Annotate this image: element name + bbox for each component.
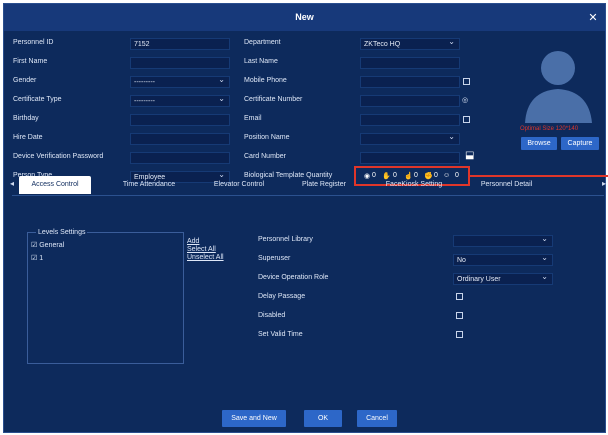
level-1-label: 1 xyxy=(39,255,44,262)
email-input[interactable] xyxy=(360,114,460,126)
new-personnel-dialog: New ✕ Personnel ID 7152 First Name Gende… xyxy=(3,3,608,433)
last-name-label: Last Name xyxy=(244,58,278,65)
level-general-label: General xyxy=(39,242,65,249)
certificate-number-label: Certificate Number xyxy=(244,96,303,103)
cancel-button[interactable]: Cancel xyxy=(357,410,397,427)
level-item-general[interactable]: ☑ General xyxy=(31,241,64,249)
add-link[interactable]: Add xyxy=(187,238,199,245)
dialog-title: New xyxy=(295,12,314,22)
chevron-left-icon[interactable]: ◂ xyxy=(10,179,14,188)
level-item-1[interactable]: ☑ 1 xyxy=(31,254,43,262)
delay-passage-checkbox[interactable] xyxy=(456,293,463,300)
ok-button[interactable]: OK xyxy=(304,410,342,427)
tab-plate-register[interactable]: Plate Register xyxy=(289,176,359,194)
disabled-label: Disabled xyxy=(258,312,286,319)
set-valid-time-checkbox[interactable] xyxy=(456,331,463,338)
close-icon[interactable]: ✕ xyxy=(587,12,599,24)
gender-label: Gender xyxy=(13,77,37,84)
tab-facekiosk-setting[interactable]: FaceKiosk Setting xyxy=(369,176,459,194)
department-select[interactable]: ZKTeco HQ xyxy=(360,37,460,50)
tab-time-attendance[interactable]: Time Attendance xyxy=(109,176,189,194)
position-name-label: Position Name xyxy=(244,134,290,141)
certificate-type-select[interactable]: --------- xyxy=(130,94,230,107)
personnel-library-select[interactable] xyxy=(453,234,553,247)
tab-personnel-detail[interactable]: Personnel Detail xyxy=(464,176,549,194)
device-password-label: Device Verification Password xyxy=(13,153,104,160)
set-valid-time-label: Set Valid Time xyxy=(258,331,303,338)
birthday-label: Birthday xyxy=(13,115,39,122)
browse-button[interactable]: Browse xyxy=(521,137,557,150)
delay-passage-label: Delay Passage xyxy=(258,293,306,300)
personnel-id-label: Personnel ID xyxy=(13,39,54,46)
mobile-phone-checkbox[interactable] xyxy=(463,78,470,85)
chevron-right-icon[interactable]: ▸ xyxy=(602,179,606,188)
capture-button[interactable]: Capture xyxy=(561,137,599,150)
gender-select[interactable]: --------- xyxy=(130,75,230,88)
tab-access-control[interactable]: Access Control xyxy=(19,176,91,194)
hire-date-input[interactable] xyxy=(130,133,230,145)
disabled-checkbox[interactable] xyxy=(456,312,463,319)
tab-underline xyxy=(12,195,604,196)
department-label: Department xyxy=(244,39,281,46)
personnel-id-input[interactable]: 7152 xyxy=(130,38,230,50)
tab-elevator-control[interactable]: Elevator Control xyxy=(199,176,279,194)
user-silhouette-icon xyxy=(519,41,598,123)
mobile-phone-input[interactable] xyxy=(360,76,460,88)
email-checkbox[interactable] xyxy=(463,116,470,123)
last-name-input[interactable] xyxy=(360,57,460,69)
certificate-number-input[interactable] xyxy=(360,95,460,107)
save-and-new-button[interactable]: Save and New xyxy=(222,410,286,427)
levels-settings-box: Levels Settings ☑ General ☑ 1 xyxy=(27,229,184,364)
card-read-icon[interactable]: ⬓ xyxy=(465,150,474,161)
position-name-select[interactable] xyxy=(360,132,460,145)
first-name-input[interactable] xyxy=(130,57,230,69)
certificate-type-label: Certificate Type xyxy=(13,96,62,103)
unselect-all-link[interactable]: Unselect All xyxy=(187,254,224,261)
select-all-link[interactable]: Select All xyxy=(187,246,216,253)
mobile-phone-label: Mobile Phone xyxy=(244,77,287,84)
first-name-label: First Name xyxy=(13,58,48,65)
photo-size-hint: Optimal Size 120*140 xyxy=(520,126,579,132)
eye-icon[interactable]: ◎ xyxy=(462,96,468,104)
card-number-input[interactable] xyxy=(360,152,460,164)
title-bar: New ✕ xyxy=(4,4,605,31)
card-number-label: Card Number xyxy=(244,153,287,160)
email-label: Email xyxy=(244,115,262,122)
hire-date-label: Hire Date xyxy=(13,134,43,141)
superuser-select[interactable]: No xyxy=(453,253,553,266)
device-password-input[interactable] xyxy=(130,152,230,164)
levels-legend: Levels Settings xyxy=(36,229,88,236)
birthday-input[interactable] xyxy=(130,114,230,126)
superuser-label: Superuser xyxy=(258,255,291,262)
device-operation-role-label: Device Operation Role xyxy=(258,274,329,281)
personnel-library-label: Personnel Library xyxy=(258,236,313,243)
device-operation-role-select[interactable]: Ordinary User xyxy=(453,272,553,285)
